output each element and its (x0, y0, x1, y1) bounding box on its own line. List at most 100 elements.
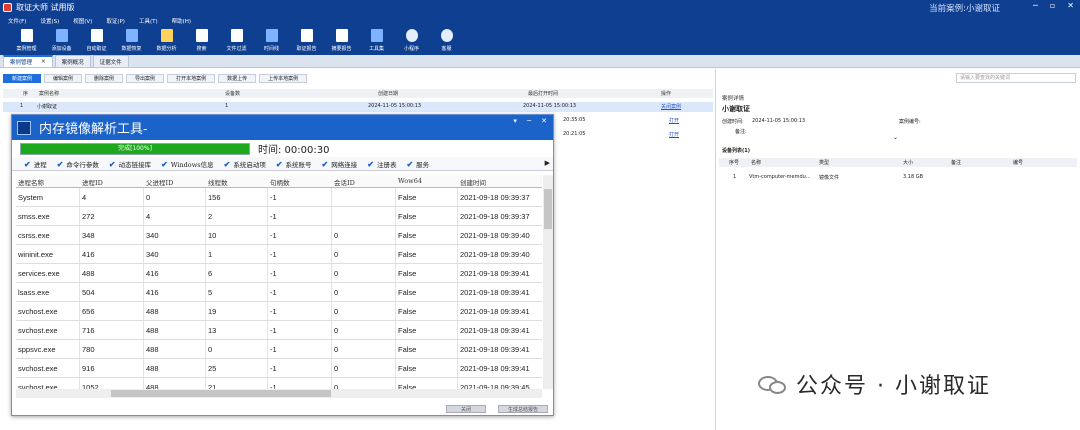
tab-scroll-right-icon[interactable]: ▶ (545, 159, 550, 167)
close-icon[interactable]: ✕ (1067, 1, 1074, 10)
toolbar-data-analysis-button[interactable]: 数据分析 (149, 26, 184, 55)
maximize-icon[interactable]: ▫ (1050, 1, 1055, 10)
minimize-icon[interactable]: ─ (1033, 1, 1038, 10)
table-row[interactable]: 1 小谢取证 1 2024-11-05 15:00:13 2024-11-05 … (3, 102, 713, 112)
table-row[interactable]: svchost.exe 1052 488 21 -1 0 False 2021-09-18 0… (16, 378, 542, 389)
elapsed-timer: 时间: 00:00:30 (258, 145, 330, 156)
tab-network[interactable]: ✔ 网络连接 (318, 159, 362, 169)
table-cell: -1 (270, 250, 277, 259)
column-divider (395, 245, 396, 263)
expand-chevron-icon[interactable]: ⌄ (893, 134, 898, 141)
column-divider (331, 226, 332, 244)
column-header[interactable]: 句柄数 (270, 177, 290, 187)
column-divider (457, 188, 458, 206)
table-row[interactable]: smss.exe 272 4 2 -1 False 2021-09-18 09:39:37 (16, 207, 542, 226)
toolbar-search-button[interactable]: 搜索 (184, 26, 219, 55)
column-divider (457, 283, 458, 301)
scroll-thumb[interactable] (111, 390, 331, 397)
tab-registry[interactable]: ✔ 注册表 (363, 159, 400, 169)
close-tab-icon[interactable]: ✕ (41, 59, 46, 65)
column-header[interactable]: 父进程ID (146, 177, 173, 187)
table-row[interactable]: System 4 0 156 -1 False 2021-09-18 09:39:37 (16, 188, 542, 207)
generate-summary-report-button[interactable]: 生成总结报告 (498, 405, 548, 413)
column-header[interactable]: 会话ID (334, 177, 355, 187)
export-case-button[interactable]: 导出案例 (126, 73, 165, 83)
summary-report-icon (335, 29, 348, 42)
vertical-scrollbar[interactable] (543, 175, 553, 389)
toolbar-data-recovery-button[interactable]: 数据恢复 (114, 26, 149, 55)
table-cell: 0 (334, 364, 339, 373)
tab-dll[interactable]: ✔ 动态链接库 (105, 159, 155, 169)
table-cell: svchost.exe (18, 326, 58, 335)
table-cell: 272 (82, 212, 95, 221)
open-local-case-button[interactable]: 打开本地案例 (167, 73, 216, 83)
table-row[interactable]: svchost.exe 656 488 19 -1 0 False 2021-09-18 09… (16, 302, 542, 321)
dialog-menu-icon[interactable]: ▾ (513, 117, 517, 125)
toolbar-timeline-button[interactable]: 时间线 (254, 26, 289, 55)
toolbar-report-button[interactable]: 取证报告 (289, 26, 324, 55)
tab-services[interactable]: ✔ 服务 (402, 159, 433, 169)
column-header[interactable]: 进程ID (82, 177, 103, 187)
toolbar-add-device-button[interactable]: 添加设备 (44, 26, 79, 55)
column-header[interactable]: Wow64 (398, 177, 422, 185)
table-cell: 2021-09-18 09:39:40 (460, 250, 530, 259)
tab-case-manage[interactable]: 案例管理 ✕ (3, 55, 53, 67)
edit-case-button[interactable]: 编辑案例 (44, 73, 83, 83)
tab-case-overview[interactable]: 案例概况 (54, 55, 91, 67)
menu-file[interactable]: 文件(F) (8, 17, 26, 25)
tab-accounts[interactable]: ✔ 系统账号 (272, 159, 316, 169)
upload-local-case-button[interactable]: 上传本地案例 (259, 73, 308, 83)
open-case-link[interactable]: 打开 (669, 131, 679, 138)
toolbar-summary-report-button[interactable]: 摘要报告 (324, 26, 359, 55)
table-row[interactable]: svchost.exe 716 488 13 -1 0 False 2021-09-18 09… (16, 321, 542, 340)
table-cell: 488 (146, 307, 159, 316)
panel-divider[interactable] (715, 69, 716, 430)
scroll-thumb[interactable] (544, 189, 552, 229)
menu-help[interactable]: 帮助(H) (172, 17, 191, 25)
table-row[interactable]: csrss.exe 348 340 10 -1 0 False 2021-09-18 09:3… (16, 226, 542, 245)
menu-view[interactable]: 视图(V) (73, 17, 92, 25)
column-header[interactable]: 进程名称 (18, 177, 44, 187)
device-table-header: 序号 名称 类型 大小 备注 编号 (719, 158, 1077, 167)
table-row[interactable]: lsass.exe 504 416 5 -1 0 False 2021-09-18 09:39… (16, 283, 542, 302)
tab-command-line[interactable]: ✔ 命令行参数 (53, 159, 103, 169)
toolbar-customer-service-button[interactable]: 客服 (429, 26, 464, 55)
menu-settings[interactable]: 设置(S) (40, 17, 59, 25)
horizontal-scrollbar[interactable] (16, 389, 542, 398)
table-cell: False (398, 288, 417, 297)
open-case-link[interactable]: 打开 (669, 117, 679, 124)
table-cell: 0 (334, 269, 339, 278)
main-toolbar: 案例管理 添加设备 自动取证 数据恢复 数据分析 搜索 文件过滤 时间线 取证报… (0, 26, 1080, 55)
upload-data-button[interactable]: 数据上传 (218, 73, 257, 83)
column-header[interactable]: 线程数 (208, 177, 228, 187)
tab-windows-info[interactable]: ✔ Windows信息 (157, 159, 218, 169)
toolbar-toolset-button[interactable]: 工具集 (359, 26, 394, 55)
table-row[interactable]: wininit.exe 416 340 1 -1 0 False 2021-09-18 09:… (16, 245, 542, 264)
tab-evidence-files[interactable]: 证据文件 (92, 55, 129, 67)
dialog-close-icon[interactable]: ✕ (541, 117, 547, 125)
close-case-link[interactable]: 关闭案例 (661, 103, 681, 110)
table-cell: lsass.exe (18, 288, 50, 297)
close-button[interactable]: 关闭 (446, 405, 486, 413)
toolbar-case-manage-button[interactable]: 案例管理 (9, 26, 44, 55)
app-logo-icon (3, 3, 12, 12)
dialog-minimize-icon[interactable]: ─ (527, 117, 531, 125)
tab-startup[interactable]: ✔ 系统启动项 (220, 159, 270, 169)
toolbar-file-filter-button[interactable]: 文件过滤 (219, 26, 254, 55)
new-case-button[interactable]: 新建案例 (3, 73, 42, 83)
toolbar-auto-forensic-button[interactable]: 自动取证 (79, 26, 114, 55)
table-row[interactable]: sppsvc.exe 780 488 0 -1 0 False 2021-09-18 09:3… (16, 340, 542, 359)
menu-forensic[interactable]: 取证(P) (106, 17, 125, 25)
table-row[interactable]: services.exe 488 416 6 -1 0 False 2021-09-18 09… (16, 264, 542, 283)
device-row[interactable]: 1 Vtm-computer-memdu... 镜像文件 3.18 GB (719, 173, 1077, 182)
column-divider (457, 321, 458, 339)
search-input[interactable]: 请输入要查找的关键词 (956, 73, 1076, 83)
delete-case-button[interactable]: 删除案例 (85, 73, 124, 83)
column-divider (331, 245, 332, 263)
tab-process[interactable]: ✔ 进程 (20, 159, 51, 169)
table-row[interactable]: svchost.exe 916 488 25 -1 0 False 2021-09-18 09… (16, 359, 542, 378)
toolbar-mini-program-button[interactable]: 小程序 (394, 26, 429, 55)
column-header[interactable]: 创建时间 (460, 177, 486, 187)
dialog-title-bar[interactable]: 内存镜像解析工具- ▾ ─ ✕ (12, 115, 553, 140)
menu-tools[interactable]: 工具(T) (139, 17, 158, 25)
